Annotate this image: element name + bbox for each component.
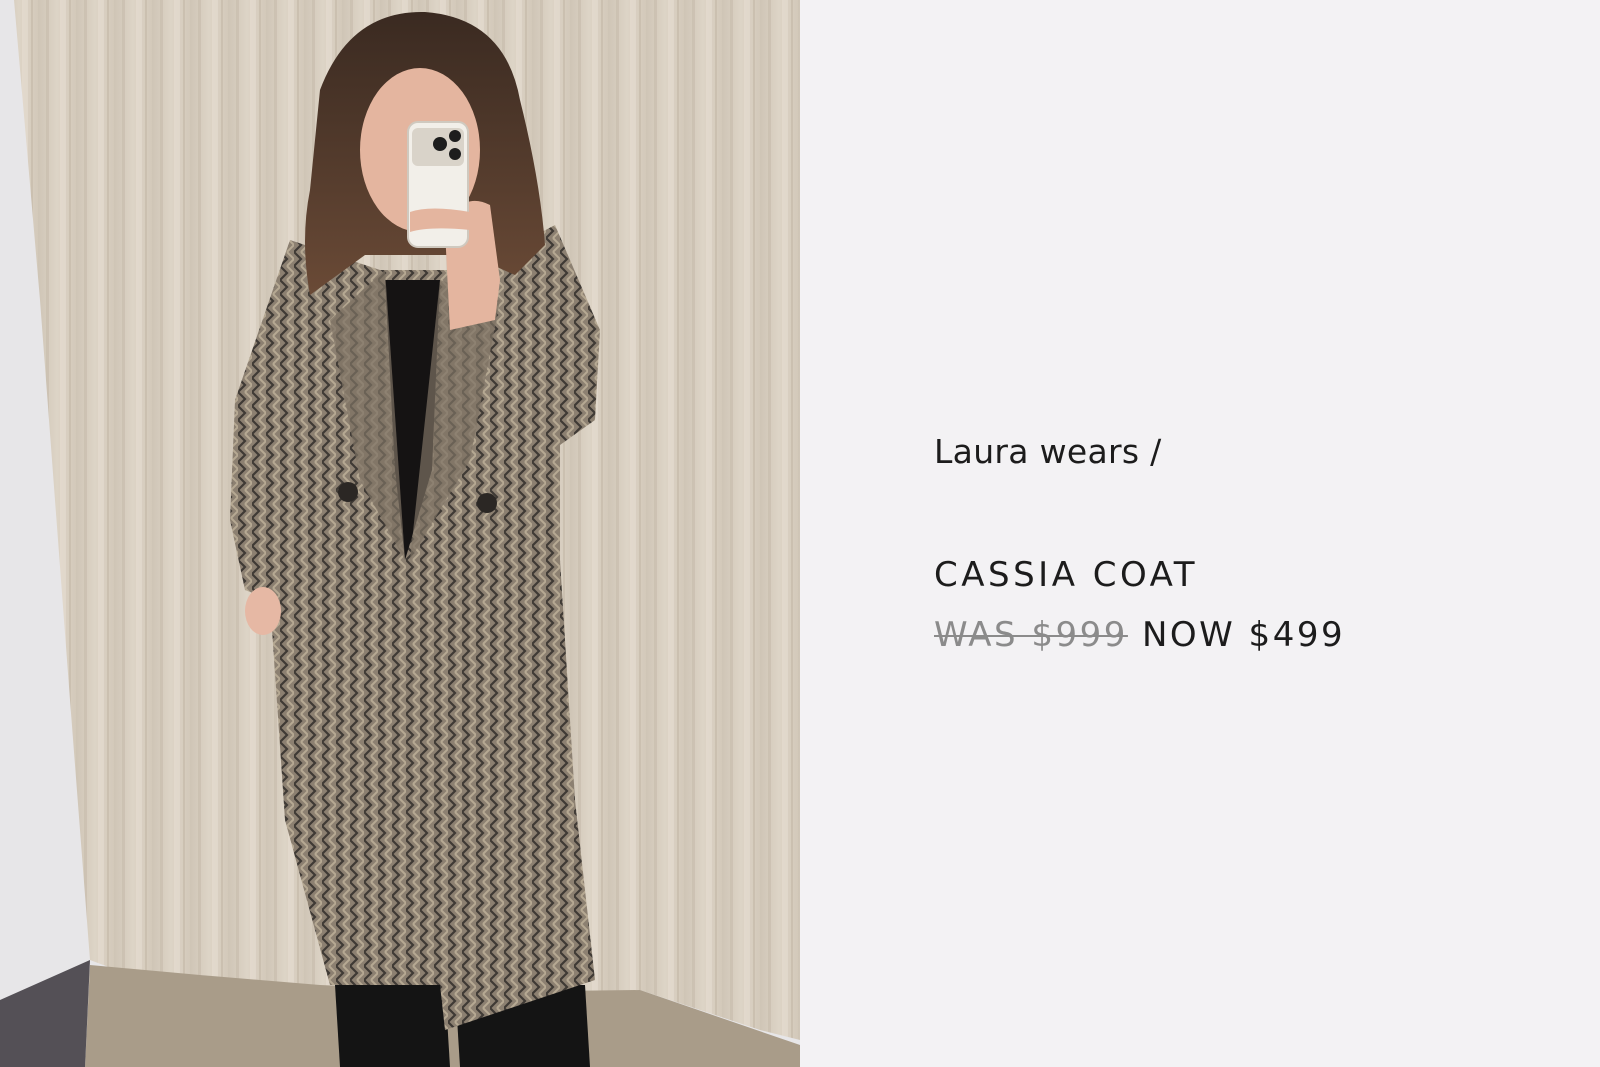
lookbook-card: Laura wears / CASSIA COAT WAS $999 NOW $4… xyxy=(0,0,1600,1067)
price-now: NOW $499 xyxy=(1141,615,1346,655)
product-photo xyxy=(0,0,800,1067)
price-was: WAS $999 xyxy=(934,615,1128,655)
product-name: CASSIA COAT xyxy=(934,555,1199,595)
caption-lead: Laura wears / xyxy=(934,432,1162,471)
price-row: WAS $999 NOW $499 xyxy=(934,615,1345,655)
photo-illustration xyxy=(0,0,800,1067)
product-info-panel: Laura wears / CASSIA COAT WAS $999 NOW $4… xyxy=(800,0,1600,1067)
